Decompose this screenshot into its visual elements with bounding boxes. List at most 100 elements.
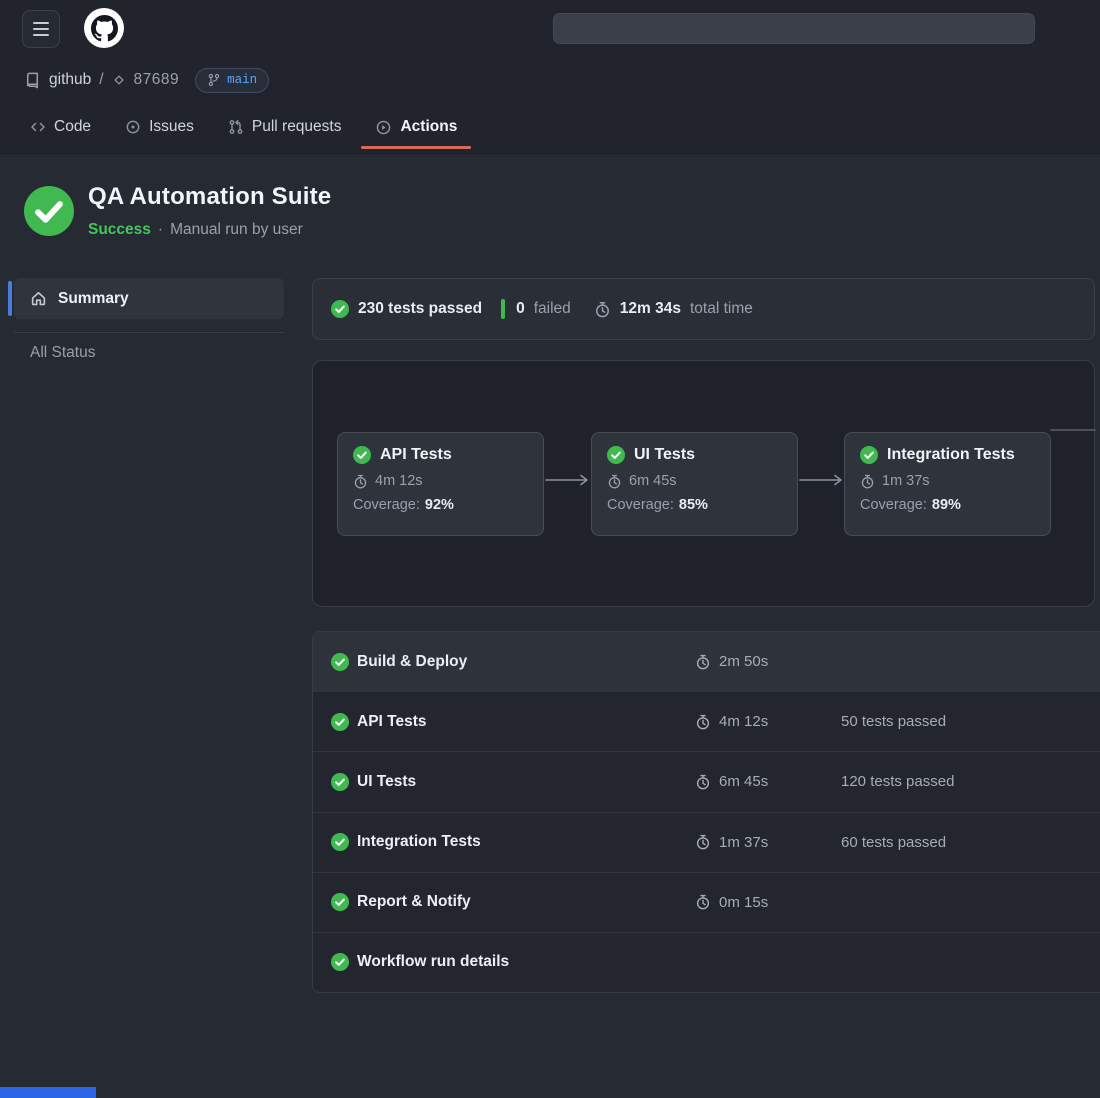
github-logo[interactable] — [84, 8, 124, 48]
graph-node-duration: 6m 45s — [629, 473, 677, 489]
job-duration: 4m 12s — [669, 713, 839, 730]
check-circle-icon — [353, 446, 371, 464]
run-trigger: Manual run by user — [170, 221, 303, 239]
failed-count: 0 — [516, 300, 525, 318]
home-icon — [30, 290, 47, 307]
check-circle-icon — [331, 893, 349, 911]
run-success-icon — [24, 186, 74, 236]
breadcrumb-separator: / — [99, 71, 103, 89]
sidebar-selected-accent — [8, 281, 12, 316]
sidebar-item-all-status[interactable]: All Status — [30, 344, 95, 362]
graph-node-duration: 1m 37s — [882, 473, 930, 489]
job-tests-passed: 60 tests passed — [839, 834, 1100, 851]
breadcrumb: github / 87689 main — [24, 66, 269, 94]
passed-check-icon — [331, 300, 349, 318]
job-name: Integration Tests — [357, 833, 669, 851]
check-circle-icon — [860, 446, 878, 464]
code-icon — [30, 119, 46, 135]
job-row-integration-tests[interactable]: Integration Tests 1m 37s 60 tests passed — [313, 813, 1100, 873]
branch-name: main — [227, 73, 257, 87]
branch-icon — [207, 73, 221, 87]
run-status: Success — [88, 221, 151, 239]
coverage-value: 92% — [425, 497, 454, 513]
check-circle-icon — [331, 833, 349, 851]
job-duration: 0m 15s — [669, 894, 839, 911]
tab-pull-requests[interactable]: Pull requests — [228, 104, 342, 150]
issue-icon — [125, 119, 141, 135]
sidebar-summary-label: Summary — [58, 290, 129, 308]
job-tests-passed: 50 tests passed — [839, 713, 1100, 730]
coverage-value: 85% — [679, 497, 708, 513]
check-circle-icon — [331, 773, 349, 791]
actions-icon — [375, 119, 392, 136]
coverage-label: Coverage: — [860, 497, 927, 513]
graph-arrow — [545, 473, 591, 487]
graph-node-integration-tests[interactable]: Integration Tests 1m 37s Coverage: 89% — [844, 432, 1051, 536]
job-row-api-tests[interactable]: API Tests 4m 12s 50 tests passed — [313, 692, 1100, 752]
octocat-icon — [91, 15, 118, 42]
graph-node-ui-tests[interactable]: UI Tests 6m 45s Coverage: 85% — [591, 432, 798, 536]
job-name: Report & Notify — [357, 893, 669, 911]
subtitle-dot: · — [158, 221, 163, 239]
breadcrumb-owner[interactable]: github — [49, 71, 91, 89]
tab-actions[interactable]: Actions — [375, 104, 457, 150]
job-row-build-deploy[interactable]: Build & Deploy 2m 50s — [313, 632, 1100, 692]
graph-node-name: Integration Tests — [887, 446, 1015, 464]
graph-node-duration: 4m 12s — [375, 473, 423, 489]
check-circle-icon — [607, 446, 625, 464]
stopwatch-icon — [695, 714, 711, 730]
tab-issues-label: Issues — [149, 118, 194, 136]
graph-arrow — [799, 473, 845, 487]
stopwatch-icon — [594, 301, 611, 318]
branch-badge[interactable]: main — [195, 68, 269, 93]
job-name: Build & Deploy — [357, 653, 669, 671]
check-circle-icon — [331, 953, 349, 971]
job-duration: 1m 37s — [669, 834, 839, 851]
coverage-label: Coverage: — [607, 497, 674, 513]
hamburger-menu-button[interactable] — [22, 10, 60, 48]
job-list: Build & Deploy 2m 50s API Tests 4m 12s 5… — [312, 631, 1100, 993]
workflow-graph-panel: API Tests 4m 12s Coverage: 92% UI Tests … — [312, 360, 1095, 607]
stopwatch-icon — [353, 474, 368, 489]
stopwatch-icon — [607, 474, 622, 489]
stopwatch-icon — [695, 774, 711, 790]
stats-bar: 230 tests passed 0 failed 12m 34s total … — [312, 278, 1095, 340]
sidebar-divider — [14, 332, 284, 333]
coverage-label: Coverage: — [353, 497, 420, 513]
repo-icon — [24, 72, 41, 89]
coverage-value: 89% — [932, 497, 961, 513]
run-subtitle: Success · Manual run by user — [88, 221, 303, 239]
job-name: UI Tests — [357, 773, 669, 791]
stopwatch-icon — [695, 894, 711, 910]
search-input[interactable] — [553, 13, 1035, 44]
graph-node-name: API Tests — [380, 446, 452, 464]
total-time-value: 12m 34s — [620, 300, 681, 318]
stopwatch-icon — [860, 474, 875, 489]
job-row-workflow-run-details[interactable]: Workflow run details — [313, 933, 1100, 992]
graph-node-api-tests[interactable]: API Tests 4m 12s Coverage: 92% — [337, 432, 544, 536]
job-tests-passed: 120 tests passed — [839, 773, 1100, 790]
job-duration: 2m 50s — [669, 653, 839, 670]
sidebar-item-summary[interactable]: Summary — [14, 278, 284, 319]
run-number: 87689 — [134, 71, 180, 89]
tab-pull-requests-label: Pull requests — [252, 118, 342, 136]
job-duration: 6m 45s — [669, 773, 839, 790]
graph-arrow-out — [1050, 423, 1096, 437]
workflow-run-title: QA Automation Suite — [88, 183, 331, 211]
video-progress-bar[interactable] — [0, 1087, 96, 1098]
stopwatch-icon — [695, 654, 711, 670]
total-time-label: total time — [690, 300, 753, 318]
stopwatch-icon — [695, 834, 711, 850]
check-circle-icon — [331, 713, 349, 731]
tab-actions-label: Actions — [400, 118, 457, 136]
commit-diamond-icon — [112, 73, 126, 87]
hamburger-icon — [33, 22, 49, 24]
check-circle-icon — [331, 653, 349, 671]
job-row-ui-tests[interactable]: UI Tests 6m 45s 120 tests passed — [313, 752, 1100, 812]
pull-request-icon — [228, 119, 244, 135]
tab-issues[interactable]: Issues — [125, 104, 194, 150]
failed-indicator-bar — [501, 299, 505, 319]
tab-code[interactable]: Code — [30, 104, 91, 150]
tab-code-label: Code — [54, 118, 91, 136]
job-row-report-notify[interactable]: Report & Notify 0m 15s — [313, 873, 1100, 933]
